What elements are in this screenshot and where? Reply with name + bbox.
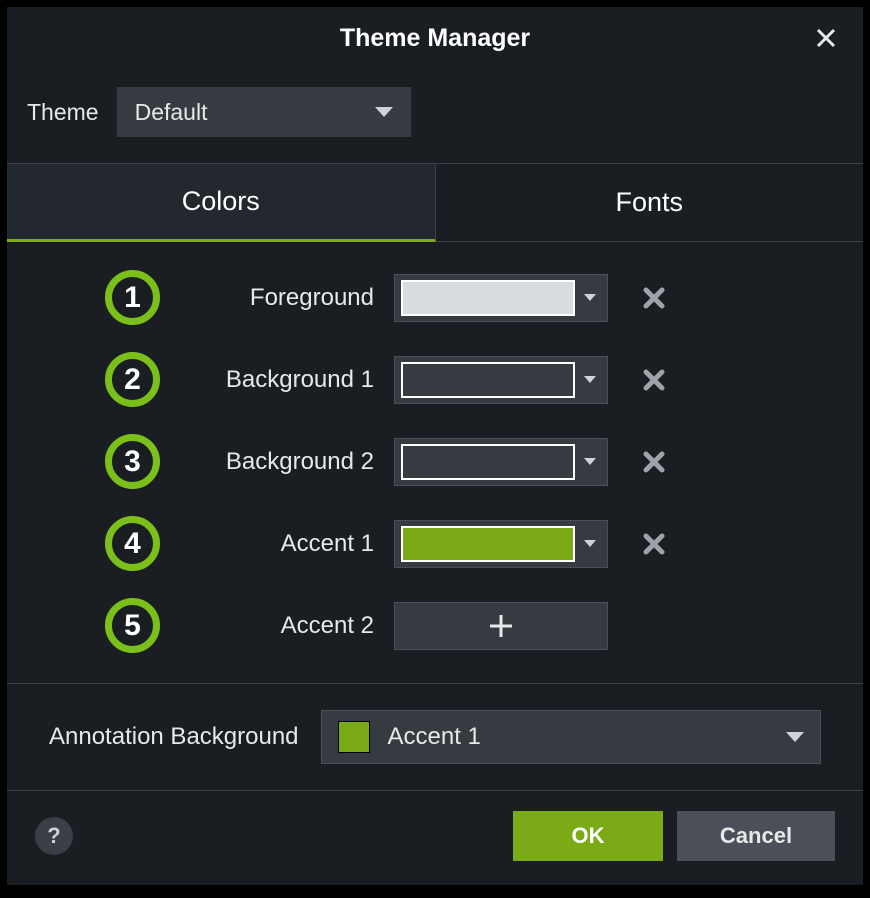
close-icon	[814, 26, 838, 50]
picker-caret[interactable]	[577, 294, 603, 301]
caret-down-icon	[584, 540, 596, 547]
annotation-value: Accent 1	[388, 723, 768, 751]
picker-caret[interactable]	[577, 458, 603, 465]
callout-badge: 5	[105, 598, 160, 653]
tab-fonts[interactable]: Fonts	[436, 164, 864, 242]
callout-badge: 3	[105, 434, 160, 489]
close-button[interactable]	[805, 17, 847, 59]
add-color-button[interactable]	[394, 602, 608, 650]
theme-row: Theme Default	[7, 69, 863, 164]
close-icon	[643, 451, 665, 473]
color-label: Background 1	[184, 366, 374, 394]
picker-caret[interactable]	[577, 540, 603, 547]
footer: ? OK Cancel	[7, 791, 863, 885]
close-icon	[643, 533, 665, 555]
color-label: Background 2	[184, 448, 374, 476]
theme-label: Theme	[27, 99, 99, 126]
close-icon	[643, 287, 665, 309]
close-icon	[643, 369, 665, 391]
caret-down-icon	[584, 376, 596, 383]
window-title: Theme Manager	[340, 24, 530, 53]
theme-manager-window: Theme Manager Theme Default Colors Fonts…	[6, 6, 864, 886]
cancel-button[interactable]: Cancel	[677, 811, 835, 861]
clear-color-button[interactable]	[634, 360, 674, 400]
color-label: Accent 2	[184, 612, 374, 640]
annotation-label: Annotation Background	[49, 723, 299, 751]
caret-down-icon	[786, 732, 804, 742]
color-picker[interactable]	[394, 520, 608, 568]
clear-color-button[interactable]	[634, 278, 674, 318]
annotation-select[interactable]: Accent 1	[321, 710, 821, 764]
tab-colors[interactable]: Colors	[7, 164, 436, 242]
titlebar: Theme Manager	[7, 7, 863, 69]
color-row: 2 Background 1	[27, 352, 843, 407]
color-row: 5 Accent 2	[27, 598, 843, 653]
color-row: 4 Accent 1	[27, 516, 843, 571]
color-row: 1 Foreground	[27, 270, 843, 325]
color-swatch	[401, 280, 575, 316]
color-row: 3 Background 2	[27, 434, 843, 489]
tab-fonts-label: Fonts	[615, 187, 683, 218]
caret-down-icon	[375, 107, 393, 117]
callout-badge: 2	[105, 352, 160, 407]
clear-color-button[interactable]	[634, 524, 674, 564]
color-swatch	[401, 362, 575, 398]
caret-down-icon	[584, 294, 596, 301]
ok-button[interactable]: OK	[513, 811, 663, 861]
ok-label: OK	[572, 823, 605, 849]
picker-caret[interactable]	[577, 376, 603, 383]
color-label: Foreground	[184, 284, 374, 312]
cancel-label: Cancel	[720, 823, 792, 849]
color-picker[interactable]	[394, 438, 608, 486]
callout-badge: 4	[105, 516, 160, 571]
callout-badge: 1	[105, 270, 160, 325]
color-picker[interactable]	[394, 274, 608, 322]
annotation-swatch	[338, 721, 370, 753]
color-label: Accent 1	[184, 530, 374, 558]
tab-colors-label: Colors	[182, 186, 260, 217]
clear-color-button[interactable]	[634, 442, 674, 482]
theme-select-value: Default	[135, 99, 208, 126]
plus-icon	[487, 612, 515, 640]
tabs: Colors Fonts	[7, 164, 863, 242]
color-list: 1 Foreground 2 Background 1 3 Background 2 4 Ac…	[7, 242, 863, 684]
color-swatch	[401, 444, 575, 480]
color-swatch	[401, 526, 575, 562]
color-picker[interactable]	[394, 356, 608, 404]
annotation-row: Annotation Background Accent 1	[7, 684, 863, 791]
help-button[interactable]: ?	[35, 817, 73, 855]
theme-select[interactable]: Default	[117, 87, 411, 137]
caret-down-icon	[584, 458, 596, 465]
